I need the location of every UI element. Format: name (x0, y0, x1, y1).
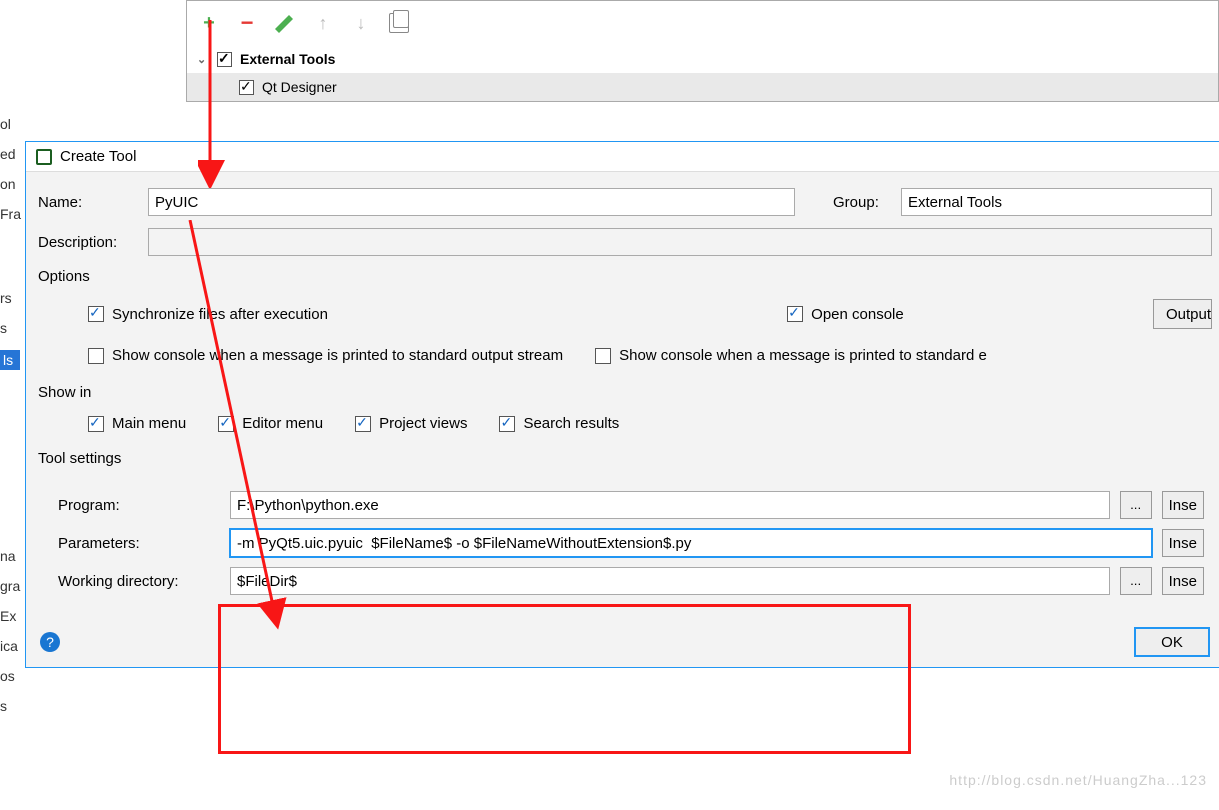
options-row-2: Show console when a message is printed t… (38, 347, 1212, 364)
program-row: Program: ... Inse (58, 491, 1210, 519)
name-input[interactable] (148, 188, 795, 216)
workdir-label: Working directory: (58, 573, 220, 590)
parameters-label: Parameters: (58, 535, 220, 552)
sidebar-frag-selected[interactable]: ls (0, 350, 20, 370)
main-menu-label: Main menu (112, 415, 186, 432)
workdir-insert-button[interactable]: Inse (1162, 567, 1204, 595)
copy-icon[interactable] (389, 13, 409, 33)
checkbox-icon[interactable] (217, 52, 232, 67)
pycharm-icon (36, 149, 52, 165)
name-label: Name: (38, 194, 138, 211)
workdir-row: Working directory: ... Inse (58, 567, 1210, 595)
program-label: Program: (58, 497, 220, 514)
add-icon[interactable]: + (199, 13, 219, 33)
checkbox-icon (355, 416, 371, 432)
open-console-label: Open console (811, 306, 904, 323)
checkbox-icon (88, 348, 104, 364)
checkbox-icon[interactable] (239, 80, 254, 95)
tool-settings-group: Program: ... Inse Parameters: Inse Worki… (38, 481, 1212, 607)
tools-tree: ⌄ External Tools Qt Designer (187, 45, 1218, 101)
sidebar-frag: ica (0, 638, 20, 654)
edit-icon[interactable] (275, 13, 295, 33)
program-insert-button[interactable]: Inse (1162, 491, 1204, 519)
sync-files-checkbox[interactable]: Synchronize files after execution (88, 306, 328, 323)
workdir-input[interactable] (230, 567, 1110, 595)
stderr-checkbox[interactable]: Show console when a message is printed t… (595, 347, 987, 364)
sidebar-frag: rs (0, 290, 20, 306)
sidebar-frag: Ex (0, 608, 20, 624)
external-tools-panel: + − ↑ ↓ ⌄ External Tools Qt Designer (186, 0, 1219, 102)
dialog-titlebar: Create Tool (26, 142, 1219, 172)
sync-files-label: Synchronize files after execution (112, 306, 328, 323)
tree-item-label: Qt Designer (262, 79, 337, 95)
sidebar-frag: Fra (0, 206, 20, 222)
sidebar-frag: s (0, 320, 20, 336)
move-down-icon[interactable]: ↓ (351, 13, 371, 33)
checkbox-icon (88, 306, 104, 322)
tree-group-row[interactable]: ⌄ External Tools (187, 45, 1218, 73)
tree-group-label: External Tools (240, 51, 335, 67)
help-icon[interactable]: ? (40, 632, 60, 652)
show-in-row: Main menu Editor menu Project views Sear… (38, 415, 1212, 432)
checkbox-icon (499, 416, 515, 432)
sidebar-frag: ol (0, 116, 20, 132)
remove-icon[interactable]: − (237, 13, 257, 33)
sidebar-frag: s (0, 698, 20, 714)
move-up-icon[interactable]: ↑ (313, 13, 333, 33)
stderr-label: Show console when a message is printed t… (619, 347, 987, 364)
watermark-text: http://blog.csdn.net/HuangZha...123 (949, 772, 1207, 788)
description-label: Description: (38, 234, 138, 251)
options-row-1: Synchronize files after execution Open c… (38, 299, 1212, 329)
group-input[interactable] (901, 188, 1212, 216)
toolbar: + − ↑ ↓ (187, 1, 1218, 45)
sidebar-frag: on (0, 176, 20, 192)
sidebar-frag: gra (0, 578, 20, 594)
sidebar-frag: na (0, 548, 20, 564)
group-label: Group: (833, 194, 891, 211)
description-row: Description: (38, 228, 1212, 256)
checkbox-icon (595, 348, 611, 364)
checkbox-icon (218, 416, 234, 432)
ok-button[interactable]: OK (1134, 627, 1210, 657)
editor-menu-label: Editor menu (242, 415, 323, 432)
open-console-checkbox[interactable]: Open console (787, 306, 904, 323)
tree-item-row[interactable]: Qt Designer (187, 73, 1218, 101)
description-input[interactable] (148, 228, 1212, 256)
search-results-checkbox[interactable]: Search results (499, 415, 619, 432)
output-filters-button[interactable]: Output (1153, 299, 1212, 329)
options-heading: Options (38, 268, 1212, 285)
project-views-label: Project views (379, 415, 467, 432)
sidebar-frag: ed (0, 146, 20, 162)
checkbox-icon (787, 306, 803, 322)
create-tool-dialog: Create Tool Name: Group: Description: Op… (25, 141, 1219, 668)
parameters-row: Parameters: Inse (58, 529, 1210, 557)
left-sidebar-fragments: ol ed on Fra rs s ls na gra Ex ica os s (0, 110, 20, 810)
stdout-checkbox[interactable]: Show console when a message is printed t… (88, 347, 563, 364)
sidebar-frag: os (0, 668, 20, 684)
tool-settings-heading: Tool settings (38, 450, 1212, 467)
name-group-row: Name: Group: (38, 188, 1212, 216)
project-views-checkbox[interactable]: Project views (355, 415, 467, 432)
parameters-insert-button[interactable]: Inse (1162, 529, 1204, 557)
workdir-browse-button[interactable]: ... (1120, 567, 1152, 595)
show-in-heading: Show in (38, 384, 1212, 401)
program-input[interactable] (230, 491, 1110, 519)
editor-menu-checkbox[interactable]: Editor menu (218, 415, 323, 432)
parameters-input[interactable] (230, 529, 1152, 557)
search-results-label: Search results (523, 415, 619, 432)
dialog-title: Create Tool (60, 148, 136, 165)
program-browse-button[interactable]: ... (1120, 491, 1152, 519)
checkbox-icon (88, 416, 104, 432)
dialog-footer: ? OK (26, 617, 1219, 667)
chevron-down-icon[interactable]: ⌄ (197, 53, 209, 66)
main-menu-checkbox[interactable]: Main menu (88, 415, 186, 432)
stdout-label: Show console when a message is printed t… (112, 347, 563, 364)
